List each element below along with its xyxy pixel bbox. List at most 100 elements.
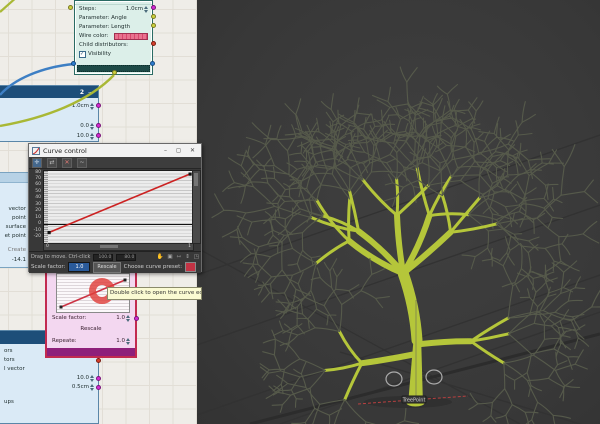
port-out-yellow[interactable] <box>151 14 156 19</box>
y-tick-label: 60 <box>29 182 41 187</box>
node-01-value-1[interactable]: 10.0 <box>77 374 89 383</box>
node-01-port[interactable] <box>96 376 101 381</box>
app-window: Steps: 1.0cm Parameter: Angle Parameter:… <box>0 0 600 424</box>
y-tick-label: 40 <box>29 195 41 200</box>
node-01-frag-2: tors <box>4 356 15 365</box>
spinner-icon[interactable] <box>90 123 94 130</box>
node-01-port[interactable] <box>96 385 101 390</box>
node-2-port[interactable] <box>96 103 101 108</box>
spinner-icon[interactable] <box>90 384 94 391</box>
option-vector[interactable]: vector <box>0 205 26 214</box>
spinner-icon[interactable] <box>90 133 94 140</box>
wire-color-swatch[interactable] <box>114 33 148 41</box>
child-distributors-label: Child distributors: <box>79 41 128 50</box>
zoom-vertical-icon[interactable]: ⇕ <box>185 254 190 260</box>
curve-preset-swatch[interactable] <box>185 262 196 272</box>
smooth-point-icon[interactable]: ~ <box>77 158 87 168</box>
port-out-red[interactable] <box>151 41 156 46</box>
row-visibility: Visibility <box>75 50 152 59</box>
y-axis-labels: 80706050403020100-10-20 <box>29 168 42 244</box>
port-bottom-blue[interactable] <box>71 61 76 66</box>
spinner-icon[interactable] <box>90 375 94 382</box>
node-01-port-red[interactable] <box>96 358 101 363</box>
y-tick-label: 50 <box>29 189 41 194</box>
curve-line[interactable] <box>44 171 193 243</box>
vertical-scrollbar[interactable] <box>192 170 201 244</box>
close-icon[interactable]: ✕ <box>190 147 195 154</box>
pink-node-footer <box>47 348 135 356</box>
steps-label: Steps: <box>79 5 96 14</box>
move-point-icon[interactable]: ✛ <box>32 158 42 168</box>
y-tick-label: 80 <box>29 170 41 175</box>
pan-hand-icon[interactable]: ✋ <box>157 254 164 260</box>
spinner-icon[interactable] <box>126 315 130 322</box>
viewport-3d[interactable]: TreePoint <box>197 0 600 424</box>
dialog-toolbar[interactable]: ✛ ⇄ ✕ ~ <box>29 157 201 169</box>
pink-repeat-row: Repeate: 1.0 <box>47 337 135 346</box>
minimize-icon[interactable]: – <box>164 147 167 154</box>
node-2-value-2[interactable]: 0.0 <box>80 122 89 131</box>
curve-plot-area[interactable] <box>43 170 194 244</box>
maximize-icon[interactable]: ◻ <box>176 147 181 154</box>
rescale-button[interactable]: Rescale <box>93 262 120 273</box>
node-01-row: 10.0 <box>0 374 98 383</box>
pink-scale-row: Scale factor: 1.0 <box>47 314 135 323</box>
node-2-row: 10.0 <box>0 132 98 141</box>
node-01-row: l vector <box>0 365 98 374</box>
node-2-title: 2 <box>80 89 84 96</box>
zoom-extents-icon[interactable]: ▣ <box>167 254 172 260</box>
option-surface[interactable]: surface <box>0 223 26 232</box>
y-tick-label: 10 <box>29 215 41 220</box>
rescale-button[interactable]: Rescale <box>80 325 101 334</box>
scale-factor-label: Scale factor: <box>52 314 86 323</box>
node-2[interactable]: 2 — 1.0cm 0.0 10.0 <box>0 85 99 142</box>
parameter-length-label: Parameter: Length <box>79 23 130 32</box>
create-button[interactable]: Create <box>0 246 26 255</box>
parameter-angle-label: Parameter: Angle <box>79 14 127 23</box>
coord-x-field[interactable]: 100.0 <box>93 254 113 261</box>
port-out-magenta[interactable] <box>151 5 156 10</box>
node-01-value-2[interactable]: 0.5cm <box>72 383 89 392</box>
option-target-point[interactable]: et point <box>0 232 26 241</box>
row-parameter-length: Parameter: Length <box>75 23 152 32</box>
y-tick-label: -10 <box>29 228 41 233</box>
pink-node-port[interactable] <box>134 316 139 321</box>
dialog-titlebar[interactable]: Curve control – ◻ ✕ <box>29 144 201 158</box>
node-2-value-3[interactable]: 10.0 <box>77 132 89 141</box>
h-scroll-thumb[interactable] <box>100 245 118 248</box>
node-direction-value[interactable]: -14.1 <box>0 256 26 265</box>
port-in-yellow[interactable] <box>68 5 73 10</box>
node-2-value-1[interactable]: 1.0cm <box>72 102 89 111</box>
node-2-header[interactable]: 2 — <box>0 86 98 98</box>
node-2-port[interactable] <box>96 123 101 128</box>
horizontal-scrollbar[interactable]: 0 1 <box>43 243 194 251</box>
node-2-port[interactable] <box>96 133 101 138</box>
coord-y-field[interactable]: 80.0 <box>116 254 136 261</box>
scale-factor-field[interactable]: 1.0 <box>68 262 90 272</box>
visibility-checkbox[interactable] <box>79 51 86 58</box>
steps-value[interactable]: 1.0cm <box>126 5 143 14</box>
delete-point-icon[interactable]: ✕ <box>62 158 72 168</box>
spinner-icon[interactable] <box>126 338 130 345</box>
node-path-parameters[interactable]: Steps: 1.0cm Parameter: Angle Parameter:… <box>74 0 153 75</box>
port-bottom-yellow[interactable] <box>112 70 117 75</box>
spinner-icon[interactable] <box>90 103 94 110</box>
scale-factor-label: Scale factor: <box>31 264 65 270</box>
node-curve-scale[interactable]: Scale factor: 1.0 Rescale Repeate: 1.0 <box>45 268 137 358</box>
pan-view-icon[interactable]: ⇄ <box>47 158 57 168</box>
spinner-icon[interactable] <box>144 6 148 13</box>
y-tick-label: 70 <box>29 176 41 181</box>
option-point[interactable]: point <box>0 214 26 223</box>
zoom-region-icon[interactable]: ◳ <box>194 254 199 260</box>
tree-model[interactable] <box>212 67 600 424</box>
port-bottom-blue[interactable] <box>150 61 155 66</box>
collapse-icon[interactable]: — <box>88 89 94 96</box>
zoom-horizontal-icon[interactable]: ⇿ <box>177 254 182 260</box>
repeate-value[interactable]: 1.0 <box>116 337 125 346</box>
row-child-distributors: Child distributors: <box>75 41 152 50</box>
port-out-yellow[interactable] <box>151 23 156 28</box>
v-scroll-thumb[interactable] <box>194 173 198 186</box>
curve-control-dialog[interactable]: Curve control – ◻ ✕ ✛⇄✕~ 807060504030201… <box>28 143 202 272</box>
scale-factor-value[interactable]: 1.0 <box>116 314 125 323</box>
node-01-row: 0.5cm <box>0 383 98 392</box>
